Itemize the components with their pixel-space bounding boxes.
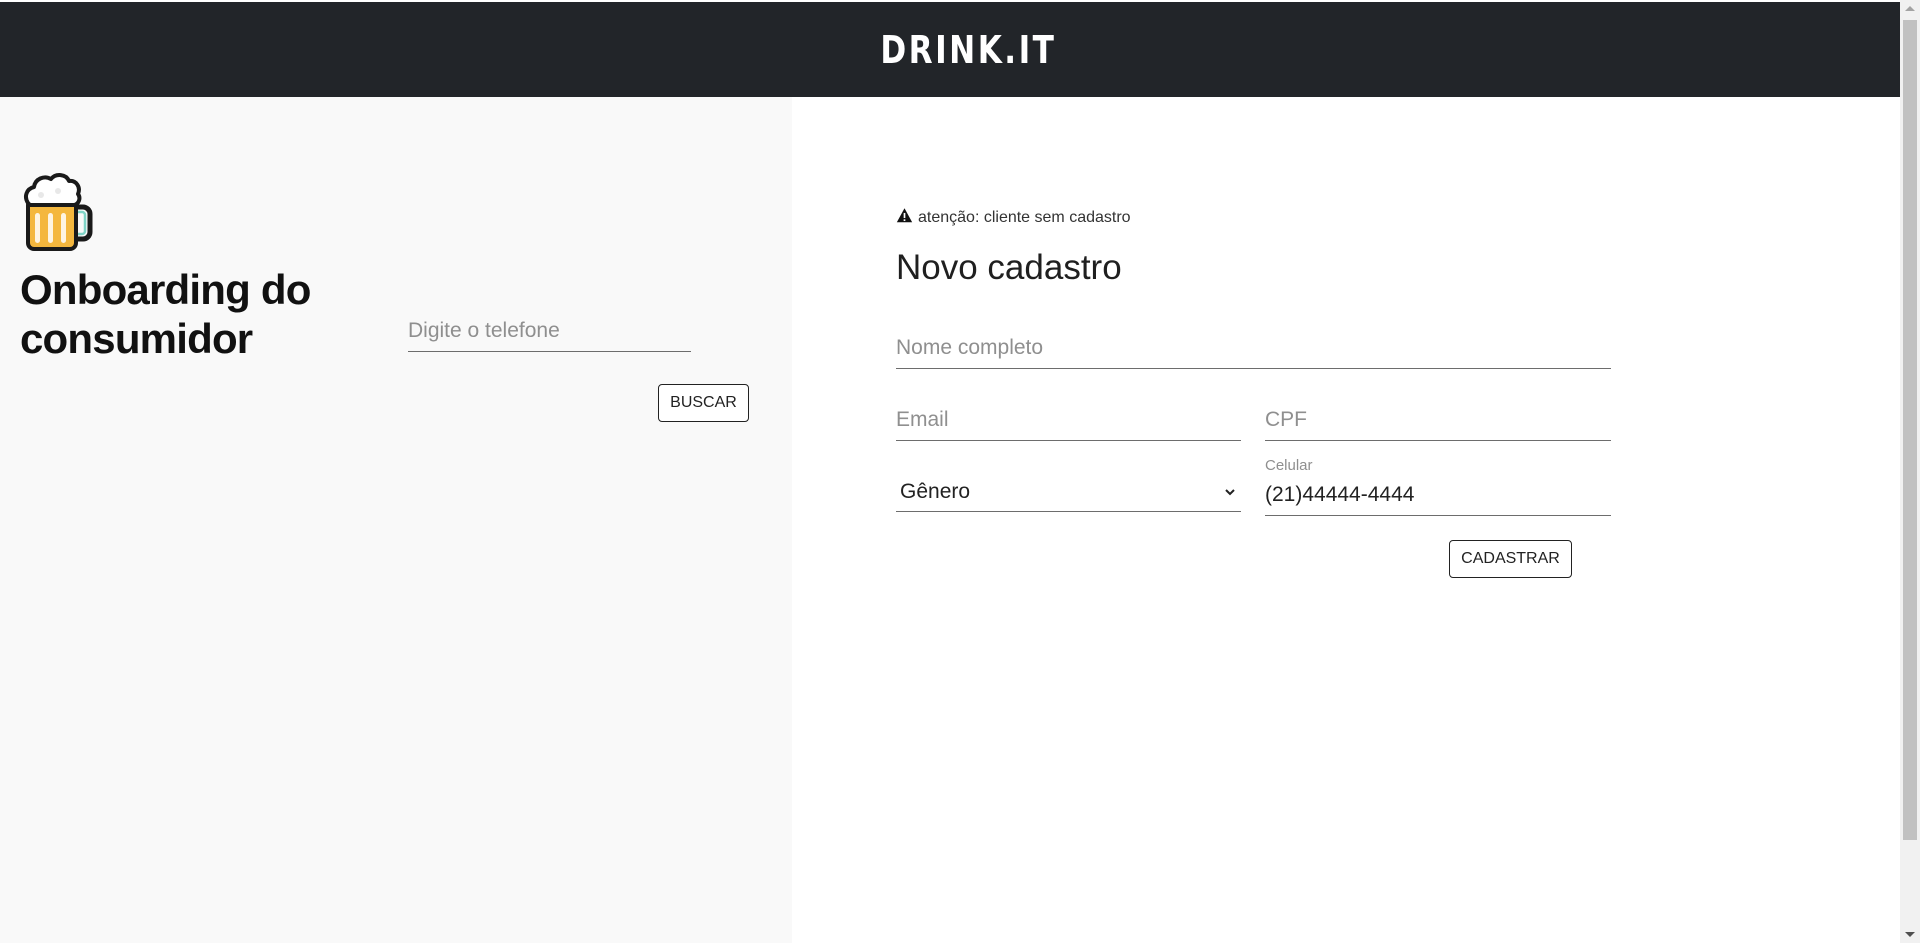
chevron-down-icon bbox=[1224, 486, 1236, 498]
top-navbar: DRINK.IT bbox=[0, 0, 1900, 97]
email-field[interactable] bbox=[896, 399, 1241, 441]
scrollbar-thumb[interactable] bbox=[1903, 20, 1917, 840]
full-name-field[interactable] bbox=[896, 327, 1611, 369]
search-button[interactable]: BUSCAR bbox=[658, 384, 749, 422]
celular-label: Celular bbox=[1265, 457, 1313, 474]
cpf-field[interactable] bbox=[1265, 399, 1611, 441]
scroll-down-icon[interactable] bbox=[1905, 932, 1915, 937]
gender-select-value: Gênero bbox=[900, 479, 971, 503]
brand-logo[interactable]: DRINK.IT bbox=[880, 28, 1056, 72]
warning-triangle-icon bbox=[896, 207, 913, 229]
warning-message: atenção: cliente sem cadastro bbox=[896, 207, 1131, 229]
warning-text: atenção: cliente sem cadastro bbox=[918, 209, 1131, 226]
beer-mug-icon bbox=[22, 173, 96, 253]
gender-select[interactable]: Gênero bbox=[896, 472, 1241, 512]
register-button[interactable]: CADASTRAR bbox=[1449, 540, 1572, 578]
vertical-scrollbar[interactable] bbox=[1900, 0, 1920, 943]
scroll-up-icon[interactable] bbox=[1905, 6, 1915, 11]
left-panel: Onboarding do consumidor BUSCAR bbox=[0, 97, 792, 943]
celular-field[interactable] bbox=[1265, 474, 1611, 516]
page-title: Onboarding do consumidor bbox=[20, 266, 311, 362]
form-title: Novo cadastro bbox=[896, 248, 1122, 287]
phone-search-input[interactable] bbox=[408, 310, 691, 352]
